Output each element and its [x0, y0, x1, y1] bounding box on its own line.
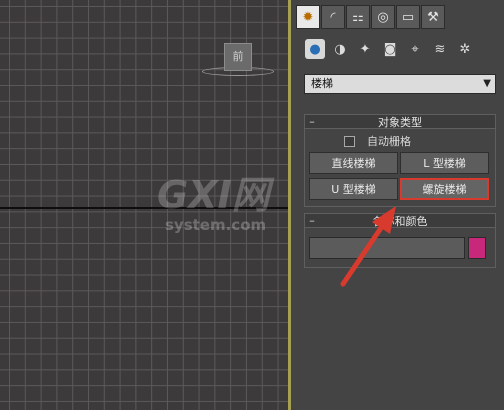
front-viewport[interactable]: 前 — [0, 0, 290, 410]
viewcube[interactable]: 前 — [202, 40, 274, 76]
collapse-icon[interactable]: – — [305, 214, 319, 227]
dropdown-value: 楼梯 — [311, 77, 333, 90]
utilities-tab-icon[interactable]: ⚒ — [421, 5, 445, 29]
autogrid-option[interactable]: 自动栅格 — [344, 133, 411, 149]
chevron-down-icon[interactable]: ▼ — [483, 75, 491, 93]
motion-tab-icon[interactable]: ◎ — [371, 5, 395, 29]
geometry-icon[interactable]: ● — [305, 39, 325, 59]
name-color-title: 名称和颜色 — [372, 214, 428, 228]
command-panel-tabs: ✹ ◜ ⚏ ◎ ▭ ⚒ — [296, 5, 445, 29]
horizontal-axis-line — [0, 207, 288, 209]
create-tab-icon[interactable]: ✹ — [296, 5, 320, 29]
autogrid-checkbox[interactable] — [344, 135, 355, 147]
object-type-rollout-header[interactable]: – 对象类型 — [304, 114, 496, 129]
autogrid-label: 自动栅格 — [367, 135, 411, 148]
l-type-stair-button[interactable]: L 型楼梯 — [400, 152, 489, 174]
shapes-icon[interactable]: ◑ — [330, 39, 350, 59]
object-name-field[interactable] — [309, 237, 465, 259]
helpers-icon[interactable]: ⌖ — [405, 39, 425, 59]
object-category-bar: ● ◑ ✦ ◙ ⌖ ≋ ✲ — [305, 38, 475, 60]
systems-icon[interactable]: ✲ — [455, 39, 475, 59]
cameras-icon[interactable]: ◙ — [380, 39, 400, 59]
viewcube-front-face[interactable]: 前 — [224, 43, 252, 71]
u-type-stair-button[interactable]: U 型楼梯 — [309, 178, 398, 200]
object-subcategory-dropdown[interactable]: 楼梯 ▼ — [304, 74, 496, 94]
collapse-icon[interactable]: – — [305, 115, 319, 128]
space-warps-icon[interactable]: ≋ — [430, 39, 450, 59]
object-type-title: 对象类型 — [378, 115, 422, 129]
name-color-rollout-header[interactable]: – 名称和颜色 — [304, 213, 496, 228]
command-panel: ✹ ◜ ⚏ ◎ ▭ ⚒ ● ◑ ✦ ◙ ⌖ ≋ ✲ 楼梯 ▼ – 对象类型 自动… — [291, 0, 504, 410]
hierarchy-tab-icon[interactable]: ⚏ — [346, 5, 370, 29]
object-color-swatch[interactable] — [468, 237, 486, 259]
display-tab-icon[interactable]: ▭ — [396, 5, 420, 29]
straight-stair-button[interactable]: 直线楼梯 — [309, 152, 398, 174]
spiral-stair-button[interactable]: 螺旋楼梯 — [400, 178, 489, 200]
modify-tab-icon[interactable]: ◜ — [321, 5, 345, 29]
lights-icon[interactable]: ✦ — [355, 39, 375, 59]
